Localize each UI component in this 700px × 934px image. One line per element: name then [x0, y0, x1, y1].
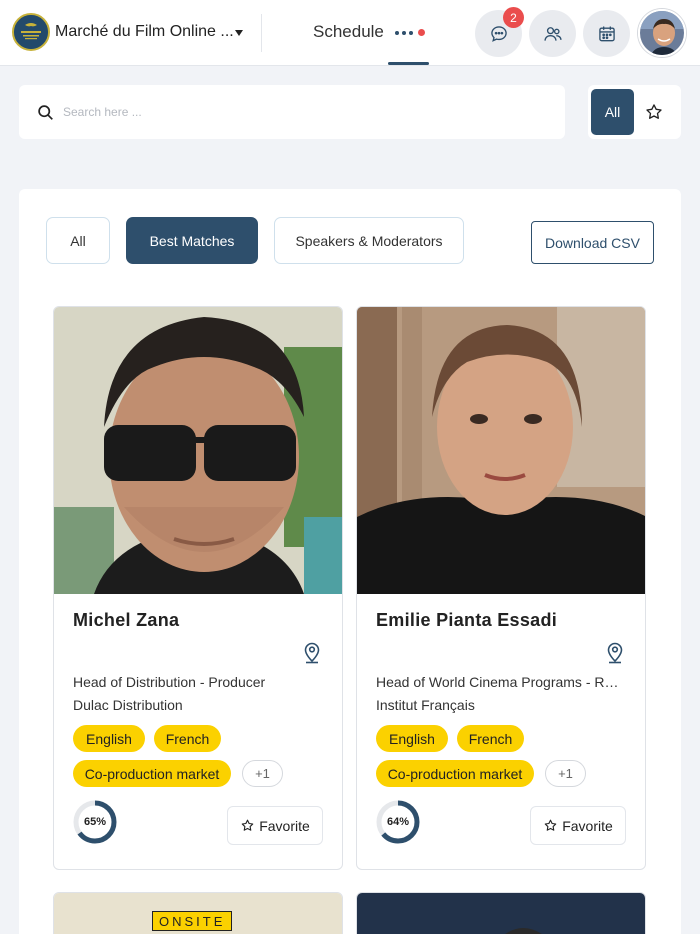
favorite-label: Favorite: [259, 817, 310, 834]
search-icon: [38, 105, 53, 120]
user-avatar[interactable]: [638, 9, 686, 57]
favorite-button[interactable]: Favorite: [530, 806, 626, 845]
person-company: Institut Français: [376, 697, 475, 713]
person-photo: [357, 307, 645, 594]
person-card[interactable]: ONSITE: [53, 892, 343, 934]
person-card[interactable]: Michel Zana Head of Distribution - Produ…: [53, 306, 343, 870]
filter-tab-all[interactable]: All: [46, 217, 110, 264]
location-pin-icon: [304, 642, 320, 664]
person-company: Dulac Distribution: [73, 697, 183, 713]
active-tab-indicator: [388, 62, 429, 65]
tag-interest: Co-production market: [73, 760, 231, 787]
people-button[interactable]: [529, 10, 576, 57]
favorites-filter: All: [588, 85, 681, 139]
tag-language: English: [376, 725, 448, 752]
tag-language: French: [457, 725, 524, 752]
more-tags-button[interactable]: +1: [545, 760, 586, 787]
calendar-button[interactable]: [583, 10, 630, 57]
top-bar: Marché du Film Online ... Schedule 2: [0, 0, 700, 66]
star-icon: [544, 819, 557, 831]
favorite-label: Favorite: [562, 817, 613, 834]
people-icon: [543, 26, 562, 41]
star-icon[interactable]: [644, 102, 664, 122]
event-logo[interactable]: [12, 13, 50, 51]
people-panel: All Best Matches Speakers & Moderators D…: [19, 189, 681, 934]
tag-language: English: [73, 725, 145, 752]
download-csv-button[interactable]: Download CSV: [531, 221, 654, 264]
filter-tab-speakers[interactable]: Speakers & Moderators: [274, 217, 464, 264]
tab-schedule[interactable]: Schedule: [313, 22, 384, 42]
person-photo: [54, 307, 342, 594]
messages-badge: 2: [503, 7, 524, 28]
tag-language: French: [154, 725, 221, 752]
chevron-down-icon[interactable]: [235, 30, 243, 36]
filter-tab-best-matches[interactable]: Best Matches: [126, 217, 258, 264]
onsite-badge: ONSITE: [152, 911, 233, 931]
star-icon: [241, 819, 254, 831]
person-job-title: Head of World Cinema Programs - Responsi…: [376, 674, 626, 690]
person-photo: [357, 893, 645, 934]
tag-interest: Co-production market: [376, 760, 534, 787]
person-name[interactable]: Michel Zana: [73, 610, 179, 631]
more-tags-button[interactable]: +1: [242, 760, 283, 787]
person-job-title: Head of Distribution - Producer: [73, 674, 266, 690]
divider: [261, 14, 262, 52]
event-selector[interactable]: Marché du Film Online ...: [55, 23, 234, 41]
match-score: 64%: [386, 816, 410, 828]
more-dots-icon[interactable]: [395, 31, 413, 35]
match-score: 65%: [83, 816, 107, 828]
search-input[interactable]: [63, 97, 543, 127]
filter-all-toggle[interactable]: All: [591, 89, 634, 135]
notification-dot: [418, 29, 425, 36]
chat-icon: [490, 25, 507, 42]
person-card[interactable]: [356, 892, 646, 934]
person-name[interactable]: Emilie Pianta Essadi: [376, 610, 557, 631]
person-card[interactable]: Emilie Pianta Essadi Head of World Cinem…: [356, 306, 646, 870]
favorite-button[interactable]: Favorite: [227, 806, 323, 845]
location-pin-icon: [607, 642, 623, 664]
search-bar: [19, 85, 565, 139]
calendar-icon: [598, 26, 615, 41]
